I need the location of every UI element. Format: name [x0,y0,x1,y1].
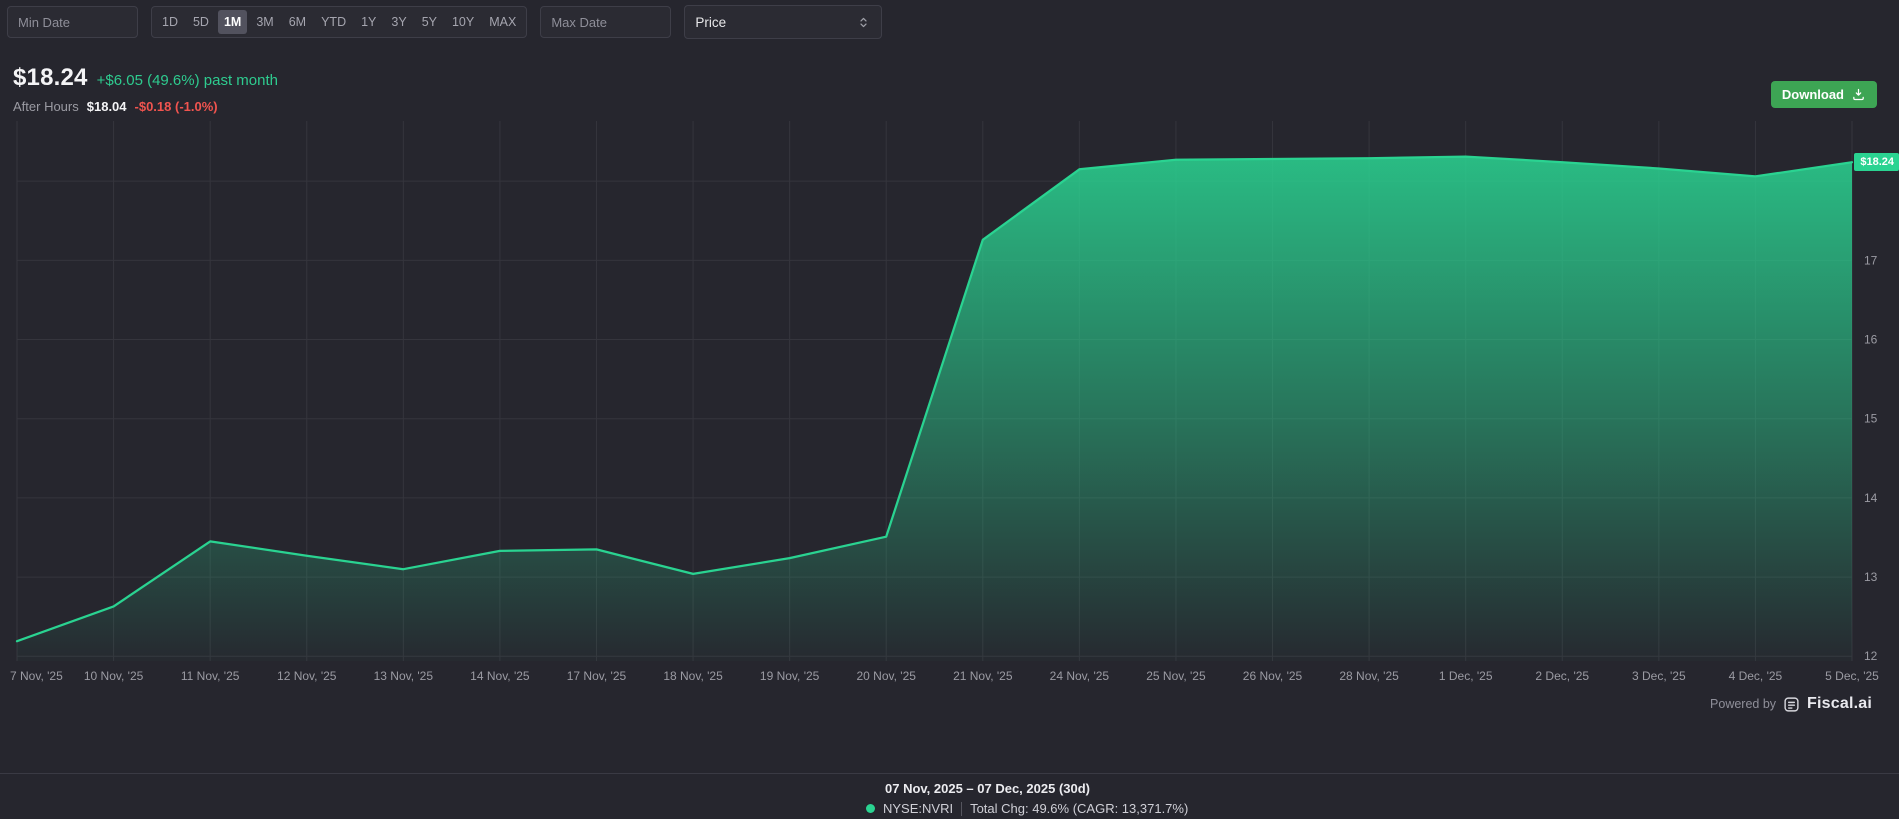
series-total-change: Total Chg: 49.6% (CAGR: 13,371.7%) [970,801,1189,816]
range-button-ytd[interactable]: YTD [315,10,352,35]
chart-canvas: 17 16 15 14 13 12 7 Nov, '25 10 Nov, '25 11 Nov,… [10,121,1879,683]
svg-text:4 Dec, '25: 4 Dec, '25 [1729,669,1783,683]
range-button-max[interactable]: MAX [483,10,522,35]
range-button-5y[interactable]: 5Y [416,10,443,35]
fiscal-ai-logo-icon [1784,696,1799,712]
svg-text:7 Nov, '25: 7 Nov, '25 [10,669,63,683]
price-chart[interactable]: 17 16 15 14 13 12 7 Nov, '25 10 Nov, '25 11 Nov,… [0,115,1899,690]
svg-text:5 Dec, '25: 5 Dec, '25 [1825,669,1879,683]
range-button-1y[interactable]: 1Y [355,10,382,35]
svg-text:13: 13 [1864,570,1878,584]
svg-text:3 Dec, '25: 3 Dec, '25 [1632,669,1686,683]
range-button-1d[interactable]: 1D [156,10,184,35]
last-price-tag: $18.24 [1854,153,1899,172]
svg-text:16: 16 [1864,333,1878,347]
fiscal-ai-brand: Fiscal.ai [1807,695,1872,712]
toolbar: 1D5D1M3M6MYTD1Y3Y5Y10YMAX Price [7,5,883,39]
svg-text:12 Nov, '25: 12 Nov, '25 [277,669,337,683]
series-ticker: NYSE:NVRI [883,801,954,816]
max-date-input[interactable] [540,6,672,38]
metric-select[interactable]: Price [684,5,883,39]
range-button-group: 1D 5D 1M 3M 6M YTD 1Y 3Y 5Y 10Y MAX [151,6,528,38]
download-button[interactable]: Download [1770,81,1877,108]
powered-by-link[interactable]: Powered by Fiscal.ai [1710,695,1872,713]
download-label: Download [1781,87,1844,102]
range-button-3y[interactable]: 3Y [385,10,412,35]
svg-text:1 Dec, '25: 1 Dec, '25 [1439,669,1493,683]
svg-text:17 Nov, '25: 17 Nov, '25 [567,669,627,683]
range-button-1m[interactable]: 1M [217,9,248,35]
price-block: $18.24 +$6.05 (49.6%) past month After H… [13,64,278,114]
chevrons-up-down-icon [860,17,867,27]
svg-text:11 Nov, '25: 11 Nov, '25 [181,669,240,683]
series-color-dot [866,804,875,813]
svg-text:26 Nov, '25: 26 Nov, '25 [1243,669,1303,683]
stock-chart-widget: 1D5D1M3M6MYTD1Y3Y5Y10YMAX Price $18.24 +… [0,0,1899,819]
svg-text:14: 14 [1864,491,1878,505]
svg-text:15: 15 [1864,412,1878,426]
after-hours-price: $18.04 [86,99,127,114]
svg-text:13 Nov, '25: 13 Nov, '25 [374,669,434,683]
range-button-3m[interactable]: 3M [250,10,279,35]
svg-text:20 Nov, '25: 20 Nov, '25 [856,669,916,683]
download-icon [1853,88,1864,101]
svg-text:24 Nov, '25: 24 Nov, '25 [1050,669,1110,683]
date-range-summary: 07 Nov, 2025 – 07 Dec, 2025 (30d) [885,781,1090,796]
price-change: +$6.05 (49.6%) past month [96,72,278,89]
svg-text:17: 17 [1864,253,1878,267]
powered-by-label: Powered by [1710,697,1777,711]
series-row: NYSE:NVRI Total Chg: 49.6% (CAGR: 13,371… [866,801,1899,816]
summary-panel: 07 Nov, 2025 – 07 Dec, 2025 (30d) NYSE:N… [0,773,1899,819]
svg-text:14 Nov, '25: 14 Nov, '25 [470,669,530,683]
price-header: $18.24 +$6.05 (49.6%) past month After H… [13,64,1877,114]
range-button-5d[interactable]: 5D [187,10,215,35]
after-hours-label: After Hours [13,99,79,114]
svg-text:18 Nov, '25: 18 Nov, '25 [663,669,723,683]
current-price: $18.24 [13,64,88,91]
min-date-input[interactable] [7,6,138,38]
range-button-10y[interactable]: 10Y [446,10,480,35]
svg-text:2 Dec, '25: 2 Dec, '25 [1535,669,1589,683]
svg-text:12: 12 [1864,649,1878,663]
metric-select-value: Price [695,14,727,30]
svg-text:10 Nov, '25: 10 Nov, '25 [84,669,144,683]
svg-text:21 Nov, '25: 21 Nov, '25 [953,669,1013,683]
series-divider [961,801,963,816]
svg-text:28 Nov, '25: 28 Nov, '25 [1339,669,1399,683]
svg-text:19 Nov, '25: 19 Nov, '25 [760,669,820,683]
after-hours-change: -$0.18 (-1.0%) [134,99,218,114]
svg-text:25 Nov, '25: 25 Nov, '25 [1146,669,1206,683]
range-button-6m[interactable]: 6M [283,10,312,35]
